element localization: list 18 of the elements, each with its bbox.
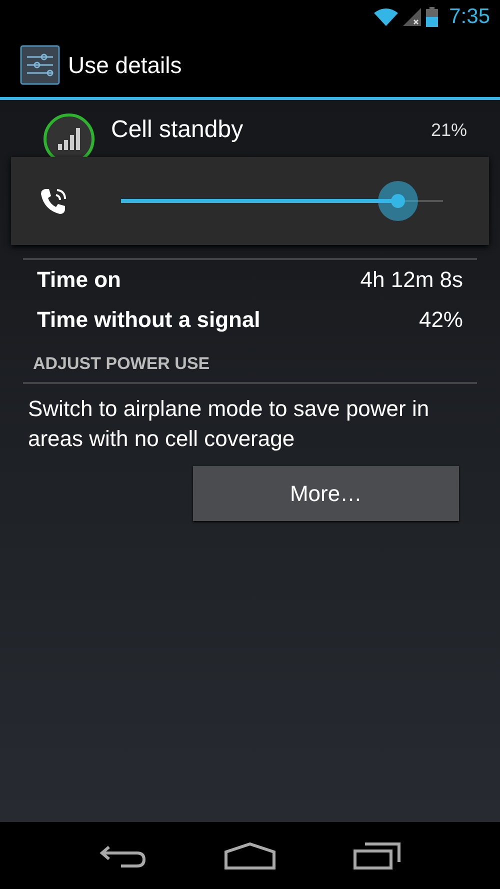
wifi-icon bbox=[374, 8, 398, 26]
more-button[interactable]: More… bbox=[193, 466, 459, 521]
detail-label: Time on bbox=[37, 267, 121, 293]
home-icon[interactable] bbox=[224, 842, 276, 870]
detail-label: Time without a signal bbox=[37, 307, 260, 333]
battery-icon bbox=[426, 6, 438, 26]
usage-percent: 21% bbox=[430, 120, 467, 140]
settings-icon[interactable] bbox=[20, 45, 60, 85]
no-signal-icon bbox=[403, 8, 422, 26]
screen-title: Use details bbox=[68, 52, 182, 78]
section-header: ADJUST POWER USE bbox=[32, 353, 211, 375]
status-time: 7:35 bbox=[449, 4, 490, 28]
detail-value: 42% bbox=[418, 307, 463, 333]
detail-value: 4h 12m 8s bbox=[360, 267, 463, 293]
phone-ringing-icon bbox=[39, 186, 69, 216]
app-name: Cell standby bbox=[111, 116, 244, 144]
recent-apps-icon[interactable] bbox=[353, 842, 402, 870]
description-text: Switch to airplane mode to save power in areas with no cell coverage bbox=[27, 395, 430, 453]
